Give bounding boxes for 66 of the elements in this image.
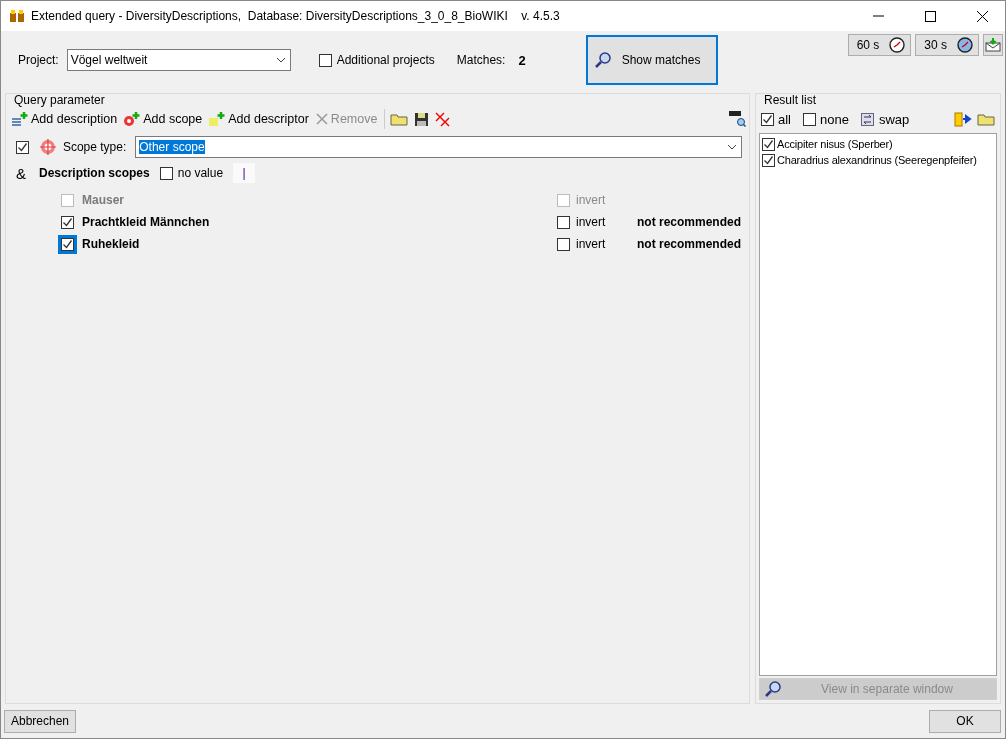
- mail-button[interactable]: [983, 34, 1003, 56]
- window-title: Extended query - DiversityDescriptions, Database: DiversityDescriptions_3_0_8_BioWIKI v. 4.5.3: [31, 9, 561, 23]
- clock-icon: [957, 37, 973, 53]
- scope-name: Prachtkleid Männchen: [82, 215, 211, 229]
- add-list-icon: [11, 111, 29, 127]
- binoculars-icon: [9, 9, 25, 23]
- close-icon: [976, 10, 988, 22]
- operator-symbol: &: [16, 164, 26, 182]
- checkbox[interactable]: [557, 237, 570, 251]
- toolbar-button[interactable]: Add description: [9, 111, 120, 127]
- checkbox[interactable]: [16, 140, 29, 154]
- search-icon: [764, 680, 782, 698]
- toolbar-button[interactable]: Add descriptor: [206, 111, 311, 127]
- save-icon[interactable]: [414, 111, 430, 127]
- checkbox-label: no value: [177, 166, 224, 180]
- search-icon: [593, 51, 612, 69]
- scope-type-label: Scope type:: [62, 140, 127, 154]
- project-label: Project:: [18, 53, 59, 67]
- minimize-icon: [872, 15, 884, 17]
- scope-name: Ruhekleid: [82, 237, 141, 251]
- sql-search-icon[interactable]: [728, 110, 746, 128]
- group-title: Result list: [764, 93, 817, 107]
- dropdown-caret-icon[interactable]: [275, 57, 286, 63]
- folder-icon[interactable]: [390, 112, 409, 126]
- checkbox[interactable]: [318, 53, 332, 67]
- result-item[interactable]: Accipiter nisus (Sperber): [777, 138, 893, 150]
- folder-icon[interactable]: [977, 112, 995, 126]
- swap-icon: [860, 112, 874, 126]
- show-matches-button[interactable]: Show matches: [585, 35, 718, 85]
- checkbox[interactable]: [761, 112, 774, 126]
- matches-label: Matches:: [456, 53, 506, 67]
- maximize-icon: [924, 10, 936, 22]
- checkbox[interactable]: [803, 112, 816, 126]
- close-icon: [314, 112, 329, 126]
- timeout-button[interactable]: 60 s: [847, 34, 912, 56]
- checkbox[interactable]: [61, 215, 74, 229]
- checkbox[interactable]: [762, 153, 775, 167]
- result-item[interactable]: Charadrius alexandrinus (Seeregenpfeifer): [777, 154, 977, 166]
- clock-icon: [889, 37, 906, 53]
- checkbox-label: invert: [576, 237, 606, 251]
- timeout-button[interactable]: 30 s: [915, 34, 979, 56]
- add-target-icon: [123, 111, 142, 127]
- scope-type-dropdown[interactable]: Other scope: [135, 136, 742, 158]
- checkbox-label: all: [778, 111, 791, 127]
- checkbox[interactable]: [762, 137, 775, 151]
- ok-button[interactable]: OK: [929, 709, 1001, 733]
- scope-name: Mauser: [82, 193, 126, 207]
- dropdown-caret-icon[interactable]: [727, 144, 737, 150]
- checkbox[interactable]: [557, 215, 570, 229]
- add-descriptor-icon: [208, 111, 227, 127]
- checkbox-label: invert: [576, 193, 606, 207]
- swap-button[interactable]: swap: [858, 111, 912, 127]
- project-dropdown[interactable]: Vögel weltweit: [66, 49, 291, 71]
- export-icon[interactable]: [953, 111, 973, 127]
- description-scopes-label: Description scopes: [39, 166, 150, 180]
- checkbox-label: Additional projects: [336, 53, 435, 67]
- checkbox[interactable]: [159, 166, 173, 180]
- matches-count: 2: [518, 52, 526, 68]
- clear-icon[interactable]: [435, 111, 451, 127]
- target-icon: [39, 138, 57, 156]
- cancel-button[interactable]: Abbrechen: [4, 709, 76, 733]
- toolbar-button[interactable]: Add scope: [121, 111, 205, 127]
- text-cursor[interactable]: |: [233, 163, 256, 183]
- checkbox-label: none: [820, 111, 849, 127]
- group-title: Query parameter: [14, 93, 106, 107]
- checkbox-label: invert: [576, 215, 606, 229]
